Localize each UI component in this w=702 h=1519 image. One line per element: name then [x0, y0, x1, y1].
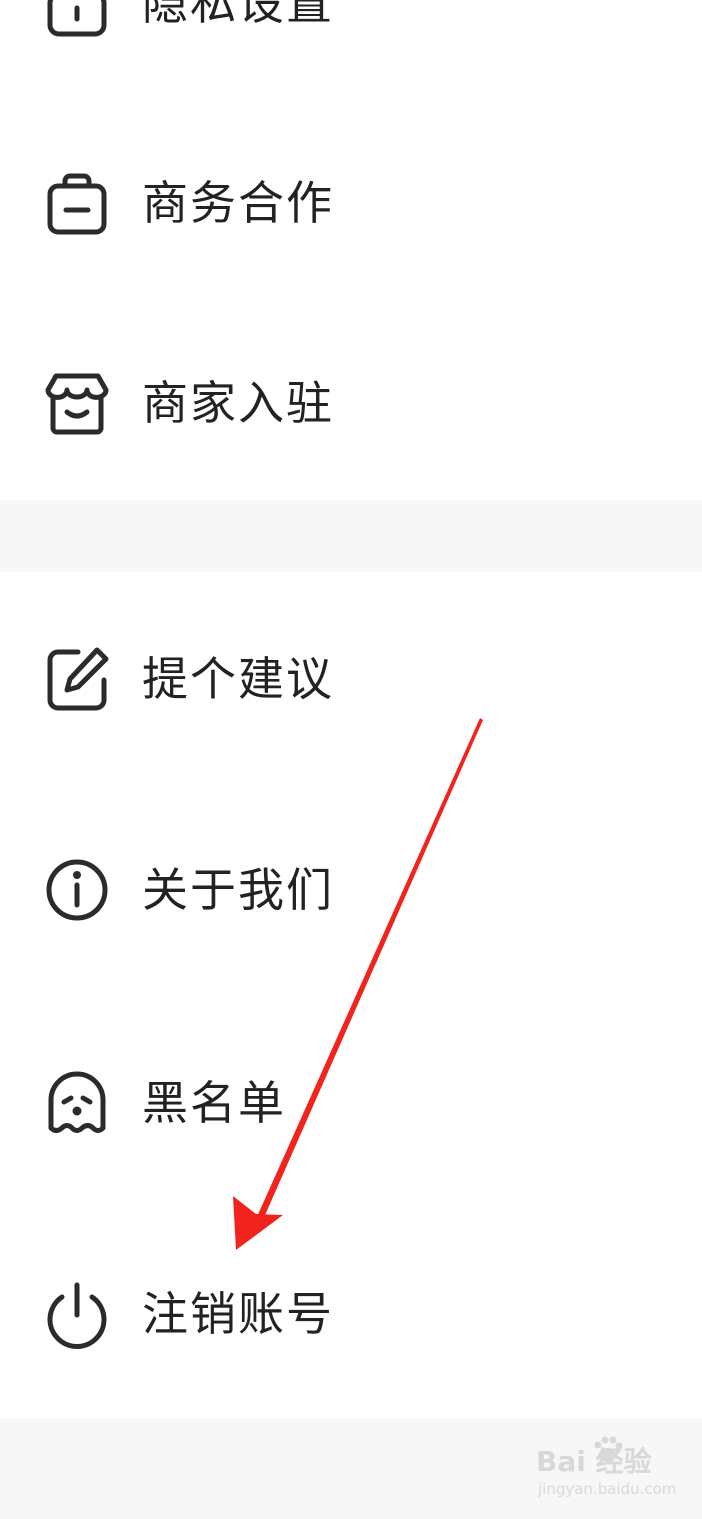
- ghost-icon: [38, 1064, 116, 1142]
- power-icon: [38, 1275, 116, 1353]
- menu-section-bottom: 提个建议 关于我们 黑名单 注销账号: [0, 572, 702, 1418]
- briefcase-icon: [38, 164, 116, 242]
- menu-item-label: 隐私设置: [142, 0, 334, 30]
- menu-item-blacklist[interactable]: 黑名单: [0, 1038, 702, 1168]
- lock-icon: [38, 0, 116, 42]
- store-icon: [38, 364, 116, 442]
- info-icon: [38, 851, 116, 929]
- menu-item-suggestion[interactable]: 提个建议: [0, 614, 702, 744]
- menu-item-business-cooperation[interactable]: 商务合作: [0, 138, 702, 268]
- menu-item-about-us[interactable]: 关于我们: [0, 825, 702, 955]
- menu-item-label: 关于我们: [142, 863, 334, 917]
- watermark-text: Bai 经验: [536, 1445, 652, 1478]
- edit-icon: [38, 640, 116, 718]
- watermark-url: jingyan.baidu.com: [538, 1480, 677, 1498]
- menu-item-label: 商务合作: [142, 176, 334, 230]
- menu-item-label: 商家入驻: [142, 376, 334, 430]
- menu-item-merchant-onboarding[interactable]: 商家入驻: [0, 338, 702, 468]
- watermark: Bai 经验 jingyan.baidu.com: [536, 1436, 686, 1510]
- menu-item-label: 黑名单: [142, 1076, 286, 1130]
- menu-item-privacy-settings[interactable]: 隐私设置: [0, 0, 702, 68]
- menu-item-label: 注销账号: [142, 1287, 334, 1341]
- menu-section-top: 隐私设置 商务合作 商家入驻: [0, 0, 702, 500]
- menu-item-delete-account[interactable]: 注销账号: [0, 1249, 702, 1379]
- menu-item-label: 提个建议: [142, 652, 334, 706]
